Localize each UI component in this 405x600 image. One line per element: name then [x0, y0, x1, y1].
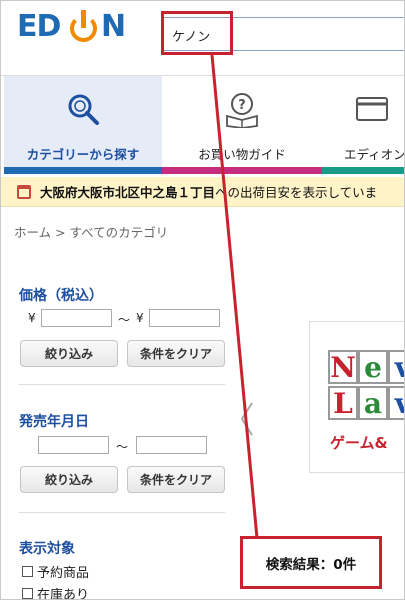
- banner-tile: N: [328, 350, 358, 384]
- logo-power-stem: [81, 10, 86, 28]
- search-input[interactable]: ケノン: [161, 17, 404, 51]
- tab-underline: [322, 167, 404, 174]
- checkbox-in-stock[interactable]: 在庫あり: [22, 584, 90, 600]
- checkbox-box[interactable]: [22, 588, 33, 599]
- checkbox-in-stock-label: 在庫あり: [37, 588, 90, 600]
- svg-text:?: ?: [238, 98, 246, 113]
- banner-tagline: ゲーム&: [330, 434, 388, 452]
- edion-logo[interactable]: ED N: [17, 9, 135, 49]
- release-date-from-input[interactable]: [38, 436, 109, 454]
- release-clear-button[interactable]: 条件をクリア: [127, 466, 225, 493]
- carousel-prev-arrow-icon[interactable]: [237, 399, 257, 439]
- display-target-title: 表示対象: [19, 541, 75, 557]
- banner-tile: v: [388, 386, 404, 420]
- magnifier-icon: [68, 94, 99, 125]
- price-min-currency: ¥: [28, 311, 36, 325]
- logo-text-n: N: [101, 9, 126, 44]
- release-range-sep: 〜: [116, 440, 129, 454]
- tab-underline: [162, 167, 322, 174]
- tab-category-search-label: カテゴリーから探す: [26, 147, 140, 162]
- banner-tile: L: [328, 386, 358, 420]
- search-input-value: ケノン: [172, 30, 211, 45]
- price-range-sep: 〜: [118, 313, 131, 327]
- delivery-text: への出荷目安を表示していま: [215, 185, 378, 200]
- tab-edion-card[interactable]: エディオン: [322, 76, 405, 174]
- checkbox-preorder[interactable]: 予約商品: [22, 562, 89, 581]
- price-min-input[interactable]: [41, 309, 112, 327]
- tab-shopping-guide[interactable]: ? お買い物ガイド: [162, 76, 322, 174]
- card-icon: [356, 97, 388, 121]
- calendar-icon: [17, 184, 31, 199]
- release-date-filter-title: 発売年月日: [19, 414, 89, 430]
- page: ED N ケノン カテゴリーから探す ? お買い物ガイド エディオン 大阪府大阪…: [0, 0, 405, 600]
- guide-book-icon: ?: [226, 93, 258, 128]
- divider: [19, 384, 225, 385]
- tab-edion-card-label: エディオン: [344, 147, 405, 162]
- banner-tile: v: [388, 350, 404, 384]
- breadcrumb[interactable]: ホーム > すべてのカテゴリ: [14, 222, 168, 241]
- search-result-count: 検索結果：0件: [265, 556, 357, 573]
- tab-shopping-guide-label: お買い物ガイド: [198, 147, 286, 162]
- category-nav: カテゴリーから探す ? お買い物ガイド エディオン: [1, 75, 405, 174]
- price-filter-title: 価格（税込）: [19, 288, 103, 304]
- price-max-input[interactable]: [149, 309, 220, 327]
- delivery-estimate-bar[interactable]: 大阪府大阪市北区中之島１丁目 への出荷目安を表示していま: [1, 177, 404, 207]
- delivery-address[interactable]: 大阪府大阪市北区中之島１丁目: [40, 182, 215, 201]
- promo-banner[interactable]: N e v L a v ゲーム&: [309, 321, 404, 473]
- tab-underline: [4, 167, 162, 174]
- banner-tile: a: [358, 386, 388, 420]
- checkbox-preorder-label: 予約商品: [37, 566, 90, 581]
- divider: [19, 512, 225, 513]
- price-narrow-button[interactable]: 絞り込み: [20, 340, 118, 367]
- search-result-count-callout: 検索結果：0件: [240, 536, 382, 589]
- price-max-currency: ¥: [136, 311, 144, 325]
- price-clear-button[interactable]: 条件をクリア: [127, 340, 225, 367]
- banner-tile: e: [358, 350, 388, 384]
- tab-category-search[interactable]: カテゴリーから探す: [4, 76, 162, 174]
- logo-text-ed: ED: [17, 9, 61, 44]
- release-date-to-input[interactable]: [136, 436, 207, 454]
- release-narrow-button[interactable]: 絞り込み: [20, 466, 118, 493]
- checkbox-box[interactable]: [22, 566, 33, 577]
